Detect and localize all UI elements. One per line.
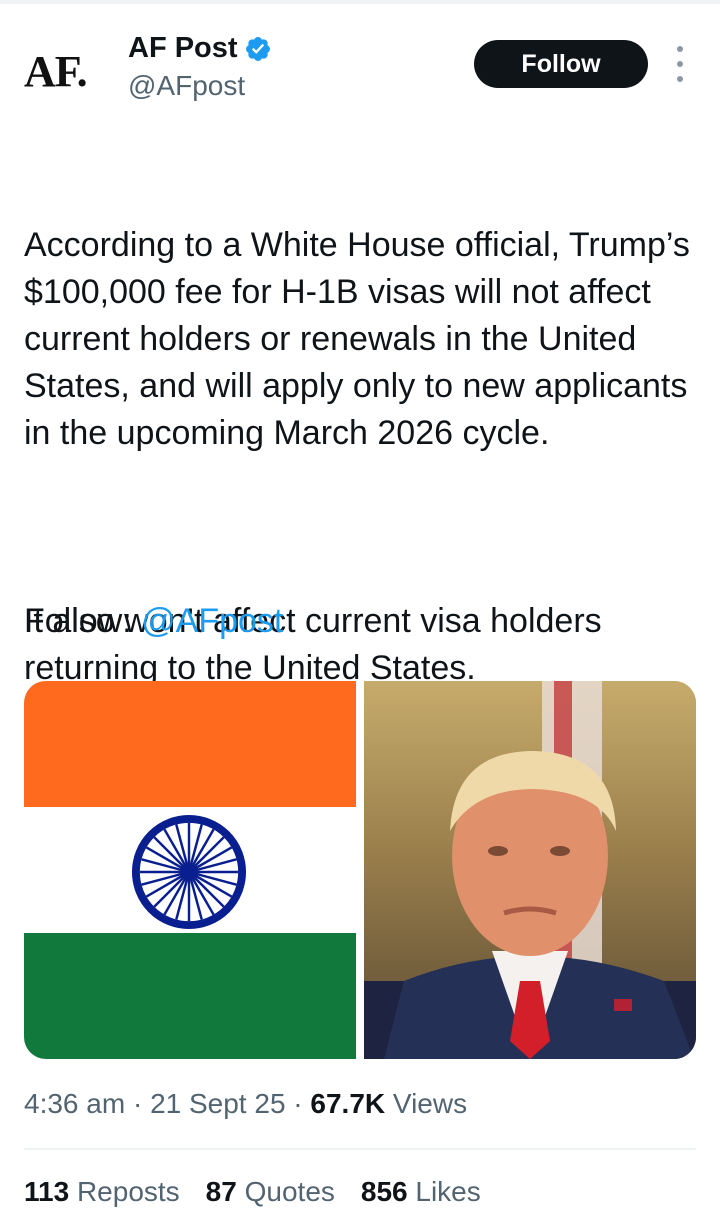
follow-button[interactable]: Follow <box>474 40 648 88</box>
views-label: Views <box>392 1088 468 1119</box>
likes-count: 856 <box>360 1176 408 1207</box>
tweet-text: According to a White House official, Tru… <box>24 128 704 739</box>
reposts-count: 113 <box>24 1176 70 1207</box>
author-handle[interactable]: @AFpost <box>128 70 245 102</box>
more-options-icon[interactable] <box>670 46 690 82</box>
tweet-time[interactable]: 4:36 am <box>24 1088 125 1119</box>
follow-line: Follow: @AFpost <box>24 598 283 645</box>
likes-label: Likes <box>415 1176 481 1207</box>
portrait-illustration <box>364 681 696 1059</box>
quotes-stat[interactable]: 87 Quotes <box>206 1176 335 1208</box>
avatar[interactable]: AF. <box>24 40 106 102</box>
flag-white-band <box>24 807 356 933</box>
views-count: 67.7K <box>310 1088 386 1119</box>
india-flag-image[interactable] <box>24 681 356 1059</box>
mention-link[interactable]: @AFpost <box>141 602 283 640</box>
tweet-date[interactable]: 21 Sept 25 <box>150 1088 285 1119</box>
avatar-logo-text: AF. <box>24 46 88 96</box>
verified-badge-icon <box>245 36 270 61</box>
engagement-stats: 113 Reposts 87 Quotes 856 Likes <box>24 1176 481 1208</box>
reposts-stat[interactable]: 113 Reposts <box>24 1176 180 1208</box>
author-display-name[interactable]: AF Post <box>128 32 272 65</box>
display-name-text: AF Post <box>128 32 238 64</box>
top-divider <box>0 0 720 4</box>
media-grid <box>24 681 696 1059</box>
likes-stat[interactable]: 856 Likes <box>361 1176 481 1208</box>
more-dot <box>677 76 683 82</box>
more-dot <box>677 46 683 52</box>
flag-saffron-band <box>24 681 356 807</box>
ashoka-chakra-icon <box>131 814 247 930</box>
meta-separator: · <box>293 1088 303 1119</box>
trump-photo[interactable] <box>364 681 696 1059</box>
quotes-label: Quotes <box>244 1176 335 1207</box>
stats-divider <box>24 1148 696 1150</box>
follow-prefix: Follow: <box>24 602 142 640</box>
quotes-count: 87 <box>205 1176 237 1207</box>
meta-separator: · <box>132 1088 143 1119</box>
tweet-paragraph-1: According to a White House official, Tru… <box>24 226 700 452</box>
more-dot <box>677 61 683 67</box>
tweet-meta: 4:36 am · 21 Sept 25 · 67.7K Views <box>24 1088 467 1120</box>
reposts-label: Reposts <box>76 1176 180 1207</box>
flag-green-band <box>24 933 356 1059</box>
